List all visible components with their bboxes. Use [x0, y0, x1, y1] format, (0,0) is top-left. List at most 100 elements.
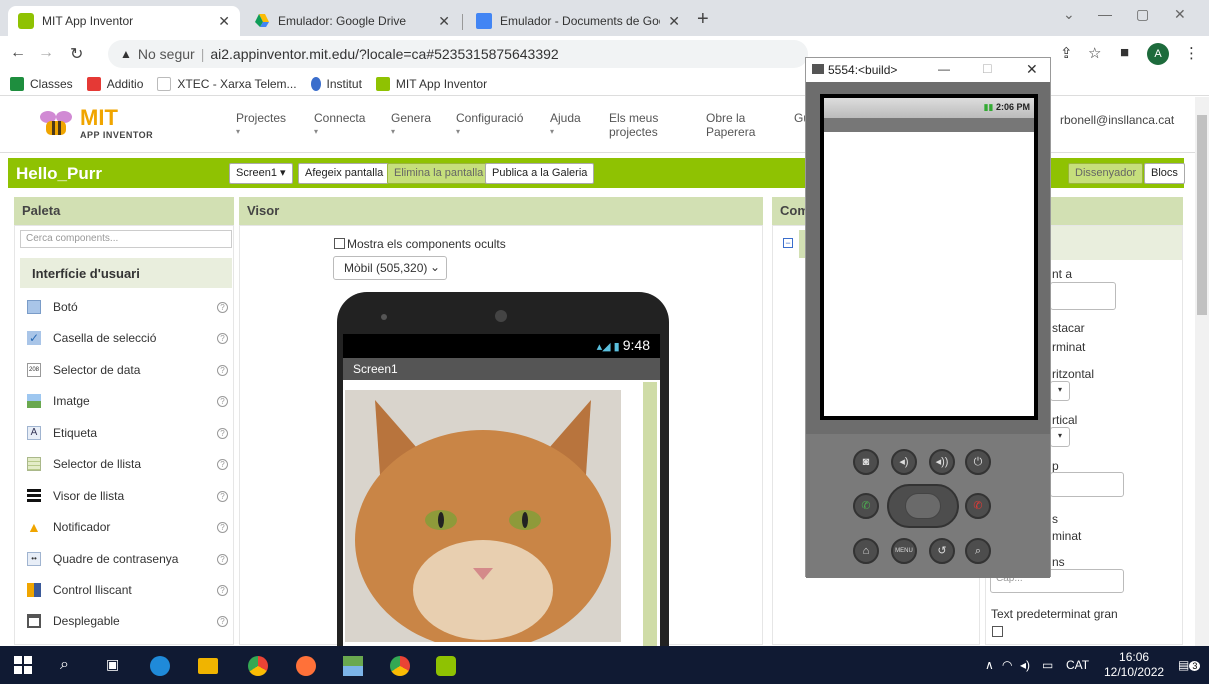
battery-icon[interactable]: ▭ [1042, 658, 1053, 672]
new-tab-icon[interactable]: + [697, 8, 709, 31]
language-indicator[interactable]: CAT [1066, 658, 1089, 672]
tab-google-docs[interactable]: Emulador - Documents de Goog ✕ [466, 6, 690, 36]
close-icon[interactable]: ✕ [438, 13, 450, 30]
address-bar[interactable]: ▲ No segur | ai2.appinventor.mit.edu/?lo… [108, 40, 808, 68]
dpad-center-button[interactable] [905, 493, 941, 519]
large-text-checkbox[interactable] [992, 626, 1003, 637]
menu-els-meus-projectes[interactable]: Els meus projectes [609, 111, 669, 139]
palette-item-password[interactable]: •• Quadre de contrasenya ? [23, 544, 228, 574]
menu-configuracio[interactable]: Configuració ▾ [456, 111, 523, 139]
palette-item-label[interactable]: A Etiqueta ? [23, 418, 228, 448]
close-window-icon[interactable]: ✕ [1174, 6, 1186, 23]
help-icon[interactable]: ? [217, 301, 228, 313]
mit-app-inventor-logo[interactable]: MIT APP INVENTOR [38, 105, 158, 145]
volume-down-icon[interactable]: ◂) [891, 449, 917, 475]
help-icon[interactable]: ? [217, 490, 228, 502]
maximize-icon[interactable]: ☐ [982, 62, 993, 76]
close-icon[interactable]: ✕ [668, 13, 680, 30]
help-icon[interactable]: ? [217, 615, 228, 627]
palette-item-notifier[interactable]: ▲ Notificador ? [23, 512, 228, 542]
menu-genera[interactable]: Genera ▾ [391, 111, 431, 139]
wifi-icon[interactable]: ◠ [1002, 658, 1012, 672]
emulator-screen[interactable] [824, 132, 1034, 416]
help-icon[interactable]: ? [217, 458, 228, 470]
image-viewer-icon[interactable] [343, 656, 363, 676]
cat-image[interactable] [345, 390, 621, 642]
menu-obre-la-paperera[interactable]: Obre la Paperera [706, 111, 762, 139]
close-icon[interactable]: ✕ [1026, 61, 1038, 78]
palette-search-input[interactable]: Cerca components... [20, 230, 232, 248]
side-panel-icon[interactable]: ■ [1120, 44, 1129, 61]
bookmark-star-icon[interactable]: ☆ [1088, 44, 1101, 62]
bookmark-mit-app-inventor[interactable]: MIT App Inventor [375, 76, 487, 91]
notification-center-icon[interactable]: ▤ 3 [1178, 658, 1201, 672]
show-hidden-checkbox[interactable] [334, 238, 345, 249]
bookmark-classes[interactable]: Classes [10, 76, 73, 91]
system-clock[interactable]: 16:06 12/10/2022 [1104, 650, 1164, 680]
align-vertical-select[interactable]: ▾ [1050, 427, 1070, 447]
forward-icon[interactable]: → [38, 44, 54, 62]
bookmark-xtec[interactable]: XTEC - Xarxa Telem... [157, 76, 297, 91]
tab-mit-app-inventor[interactable]: MIT App Inventor ✕ [8, 6, 240, 36]
menu-connecta[interactable]: Connecta ▾ [314, 111, 365, 139]
back-icon[interactable]: ↺ [929, 538, 955, 564]
palette-item-image[interactable]: Imatge ? [23, 386, 228, 416]
palette-item-slider[interactable]: Control lliscant ? [23, 575, 228, 605]
tray-arrow-icon[interactable]: ∧ [985, 658, 994, 672]
windows-start-icon[interactable] [14, 656, 34, 676]
palette-item-date-picker[interactable]: 208 Selector de data ? [23, 355, 228, 385]
minimize-icon[interactable]: — [1098, 6, 1112, 22]
help-icon[interactable]: ? [217, 553, 228, 565]
volume-up-icon[interactable]: ◂)) [929, 449, 955, 475]
task-view-icon[interactable]: ▣ [106, 656, 126, 676]
chrome-icon[interactable] [248, 656, 268, 676]
tab-google-drive[interactable]: Emulador: Google Drive ✕ [244, 6, 460, 36]
firefox-icon[interactable] [296, 656, 316, 676]
menu-ajuda[interactable]: Ajuda ▾ [550, 111, 581, 139]
end-call-icon[interactable]: ✆ [965, 493, 991, 519]
help-icon[interactable]: ? [217, 395, 228, 407]
publish-gallery-button[interactable]: Publica a la Galeria [485, 163, 595, 184]
palette-item-spinner[interactable]: Desplegable ? [23, 606, 228, 636]
home-icon[interactable]: ⌂ [853, 538, 879, 564]
warning-icon[interactable]: ▲ [120, 47, 132, 61]
chrome-profile-icon[interactable] [390, 656, 410, 676]
bookmark-institut[interactable]: Institut [310, 76, 362, 91]
help-icon[interactable]: ? [217, 364, 228, 376]
help-icon[interactable]: ? [217, 584, 228, 596]
power-icon[interactable]: ⏻ [965, 449, 991, 475]
maximize-icon[interactable]: ▢ [1136, 6, 1149, 23]
minimize-icon[interactable]: — [938, 62, 950, 76]
palette-item-checkbox[interactable]: ✓ Casella de selecció ? [23, 323, 228, 353]
add-screen-button[interactable]: Afegeix pantalla [298, 163, 391, 184]
screen-select-button[interactable]: Screen1 ▾ [229, 163, 293, 184]
remove-screen-button[interactable]: Elimina la pantalla [387, 163, 491, 184]
property-input[interactable] [1050, 472, 1124, 497]
volume-icon[interactable]: ◂) [1020, 658, 1030, 672]
palette-item-list-view[interactable]: Visor de llista ? [23, 481, 228, 511]
back-icon[interactable]: ← [10, 44, 26, 62]
reload-icon[interactable]: ↻ [70, 44, 83, 64]
emulator-titlebar[interactable]: 5554:<build> — ☐ ✕ [806, 58, 1050, 82]
help-icon[interactable]: ? [217, 427, 228, 439]
menu-button[interactable]: MENU [891, 538, 917, 564]
more-menu-icon[interactable]: ⋮ [1184, 44, 1199, 62]
property-textarea[interactable] [1050, 282, 1116, 310]
designer-button[interactable]: Dissenyador [1068, 163, 1144, 184]
edge-icon[interactable] [150, 656, 170, 676]
profile-avatar[interactable]: A [1147, 43, 1169, 65]
camera-button-icon[interactable]: ◙ [853, 449, 879, 475]
search-icon[interactable]: ⌕ [60, 656, 80, 676]
call-icon[interactable]: ✆ [853, 493, 879, 519]
help-icon[interactable]: ? [217, 521, 228, 533]
file-explorer-icon[interactable] [198, 658, 218, 674]
menu-projectes[interactable]: Projectes ▾ [236, 111, 286, 139]
blocks-button[interactable]: Blocs [1144, 163, 1185, 184]
scrollbar-thumb[interactable] [1197, 115, 1207, 315]
user-email[interactable]: rbonell@insllanca.cat [1060, 113, 1174, 127]
collapse-icon[interactable]: − [783, 238, 793, 248]
tab-search-icon[interactable]: ⌄ [1063, 6, 1075, 23]
palette-category-user-interface[interactable]: Interfície d'usuari [20, 258, 232, 288]
close-icon[interactable]: ✕ [218, 13, 230, 30]
help-icon[interactable]: ? [217, 332, 228, 344]
